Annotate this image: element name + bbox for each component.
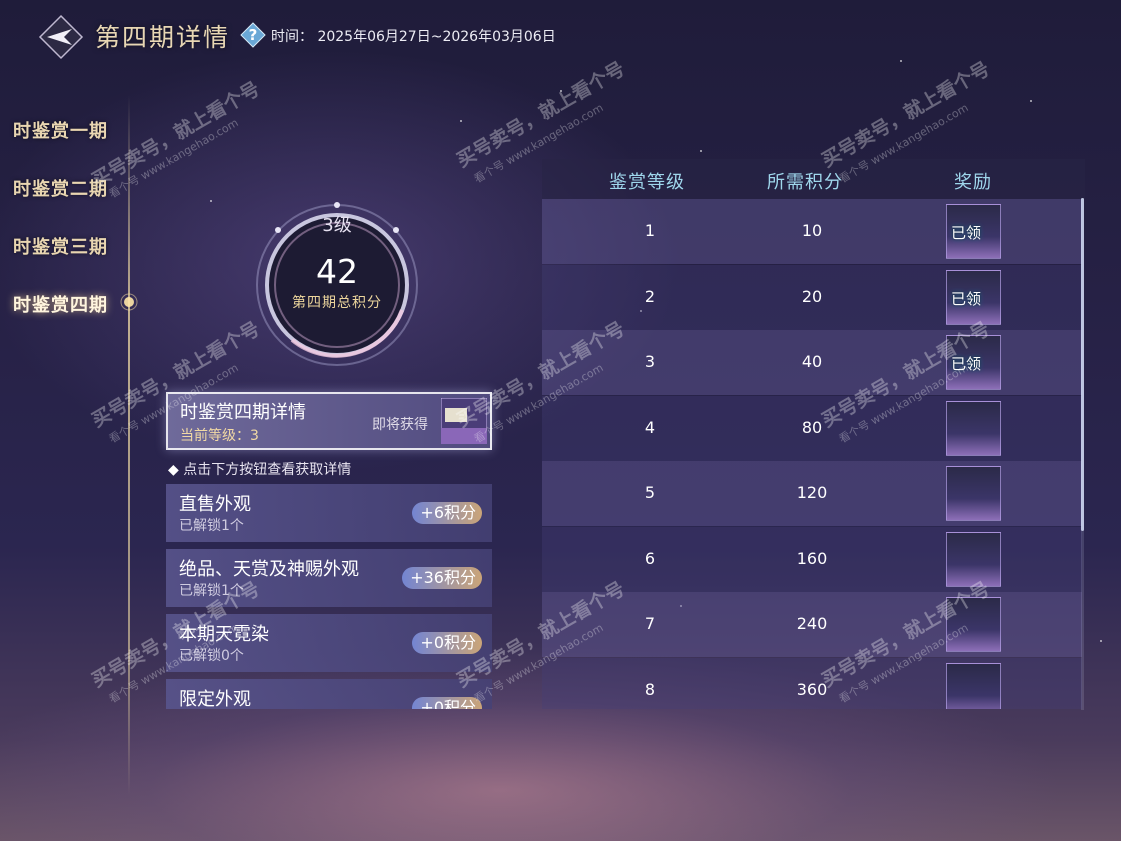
current-level: 3级: [322, 215, 352, 236]
hint-label: 点击下方按钮查看获取详情: [183, 462, 352, 478]
back-button[interactable]: [38, 14, 84, 60]
row-points: 20: [801, 286, 823, 306]
table-row: 1 10 已领: [542, 199, 1082, 264]
detail-card-title: 时鉴赏四期详情: [180, 402, 306, 423]
row-level: 1: [644, 221, 656, 240]
category-row[interactable]: 限定外观 +0积分: [166, 679, 492, 709]
category-points: +36积分: [402, 567, 482, 589]
category-name: 限定外观: [179, 689, 251, 709]
row-level: 5: [644, 483, 656, 502]
nav-item-period-3[interactable]: 时鉴赏三期: [13, 233, 108, 259]
time-label: 时间：: [271, 29, 313, 45]
row-level: 7: [644, 614, 656, 633]
page-title: 第四期详情: [95, 23, 231, 52]
time-range: 时间： 2025年06月27日~2026年03月06日: [271, 26, 556, 46]
total-score-label: 第四期总积分: [292, 295, 382, 311]
row-level: 4: [644, 417, 656, 437]
nav-item-period-4[interactable]: 时鉴赏四期: [13, 291, 108, 317]
row-points: 240: [796, 614, 828, 633]
row-points: 40: [801, 352, 823, 371]
scrollbar-thumb[interactable]: [1081, 198, 1084, 531]
claimed-label: 已领: [951, 289, 982, 308]
active-marker-icon: [120, 293, 138, 315]
claimed-label: 已领: [951, 224, 982, 242]
svg-text:?: ?: [249, 26, 258, 44]
header-points: 所需积分: [767, 172, 843, 193]
total-score: 42: [316, 252, 358, 291]
table-row: 2 20 已领: [542, 264, 1082, 330]
table-row: 7 240: [542, 592, 1082, 657]
reward-item[interactable]: 已领: [946, 204, 1001, 259]
time-value: 2025年06月27日~2026年03月06日: [317, 29, 556, 45]
table-row: 8 360: [542, 657, 1082, 709]
back-arrow-icon: [38, 14, 84, 60]
hint-text: ◆ 点击下方按钮查看获取详情: [168, 462, 352, 478]
row-level: 2: [644, 286, 656, 306]
category-name: 绝品、天赏及神赐外观: [179, 559, 359, 580]
row-points: 120: [796, 483, 828, 502]
category-points: +0积分: [412, 632, 482, 654]
detail-card-level: 当前等级：3: [180, 428, 259, 444]
row-level: 3: [644, 352, 656, 371]
help-button[interactable]: ?: [240, 22, 266, 48]
category-points: +6积分: [412, 502, 482, 524]
category-points: +0积分: [412, 697, 482, 709]
watermark: 买号卖号，就上看个号: [87, 77, 264, 192]
reward-item[interactable]: [946, 400, 1001, 456]
detail-card-pending: 即将获得: [372, 417, 428, 433]
table-header: 鉴赏等级 所需积分 奖励: [542, 159, 1085, 199]
table-row: 6 160: [542, 526, 1082, 592]
reward-item[interactable]: 已领: [946, 269, 1001, 325]
question-diamond-icon: ?: [240, 22, 266, 48]
table-row: 5 120: [542, 461, 1082, 526]
row-level: 8: [644, 679, 656, 699]
header-reward: 奖励: [954, 172, 992, 193]
reward-item[interactable]: [946, 662, 1001, 709]
row-points: 160: [796, 548, 828, 568]
category-row[interactable]: 直售外观 已解锁1个 +6积分: [166, 484, 492, 542]
reward-item[interactable]: [946, 466, 1001, 521]
category-unlocked: 已解锁1个: [179, 518, 244, 534]
header-level: 鉴赏等级: [609, 172, 685, 193]
row-level: 6: [644, 548, 656, 568]
reward-table: 鉴赏等级 所需积分 奖励 1 10 已领 2 20 已领 3 40 已领 4 80 5 120 6 160 7…: [542, 159, 1085, 709]
category-name: 直售外观: [179, 494, 251, 515]
nav-item-period-1[interactable]: 时鉴赏一期: [13, 117, 108, 143]
table-row: 4 80: [542, 395, 1082, 461]
row-points: 10: [801, 221, 823, 240]
